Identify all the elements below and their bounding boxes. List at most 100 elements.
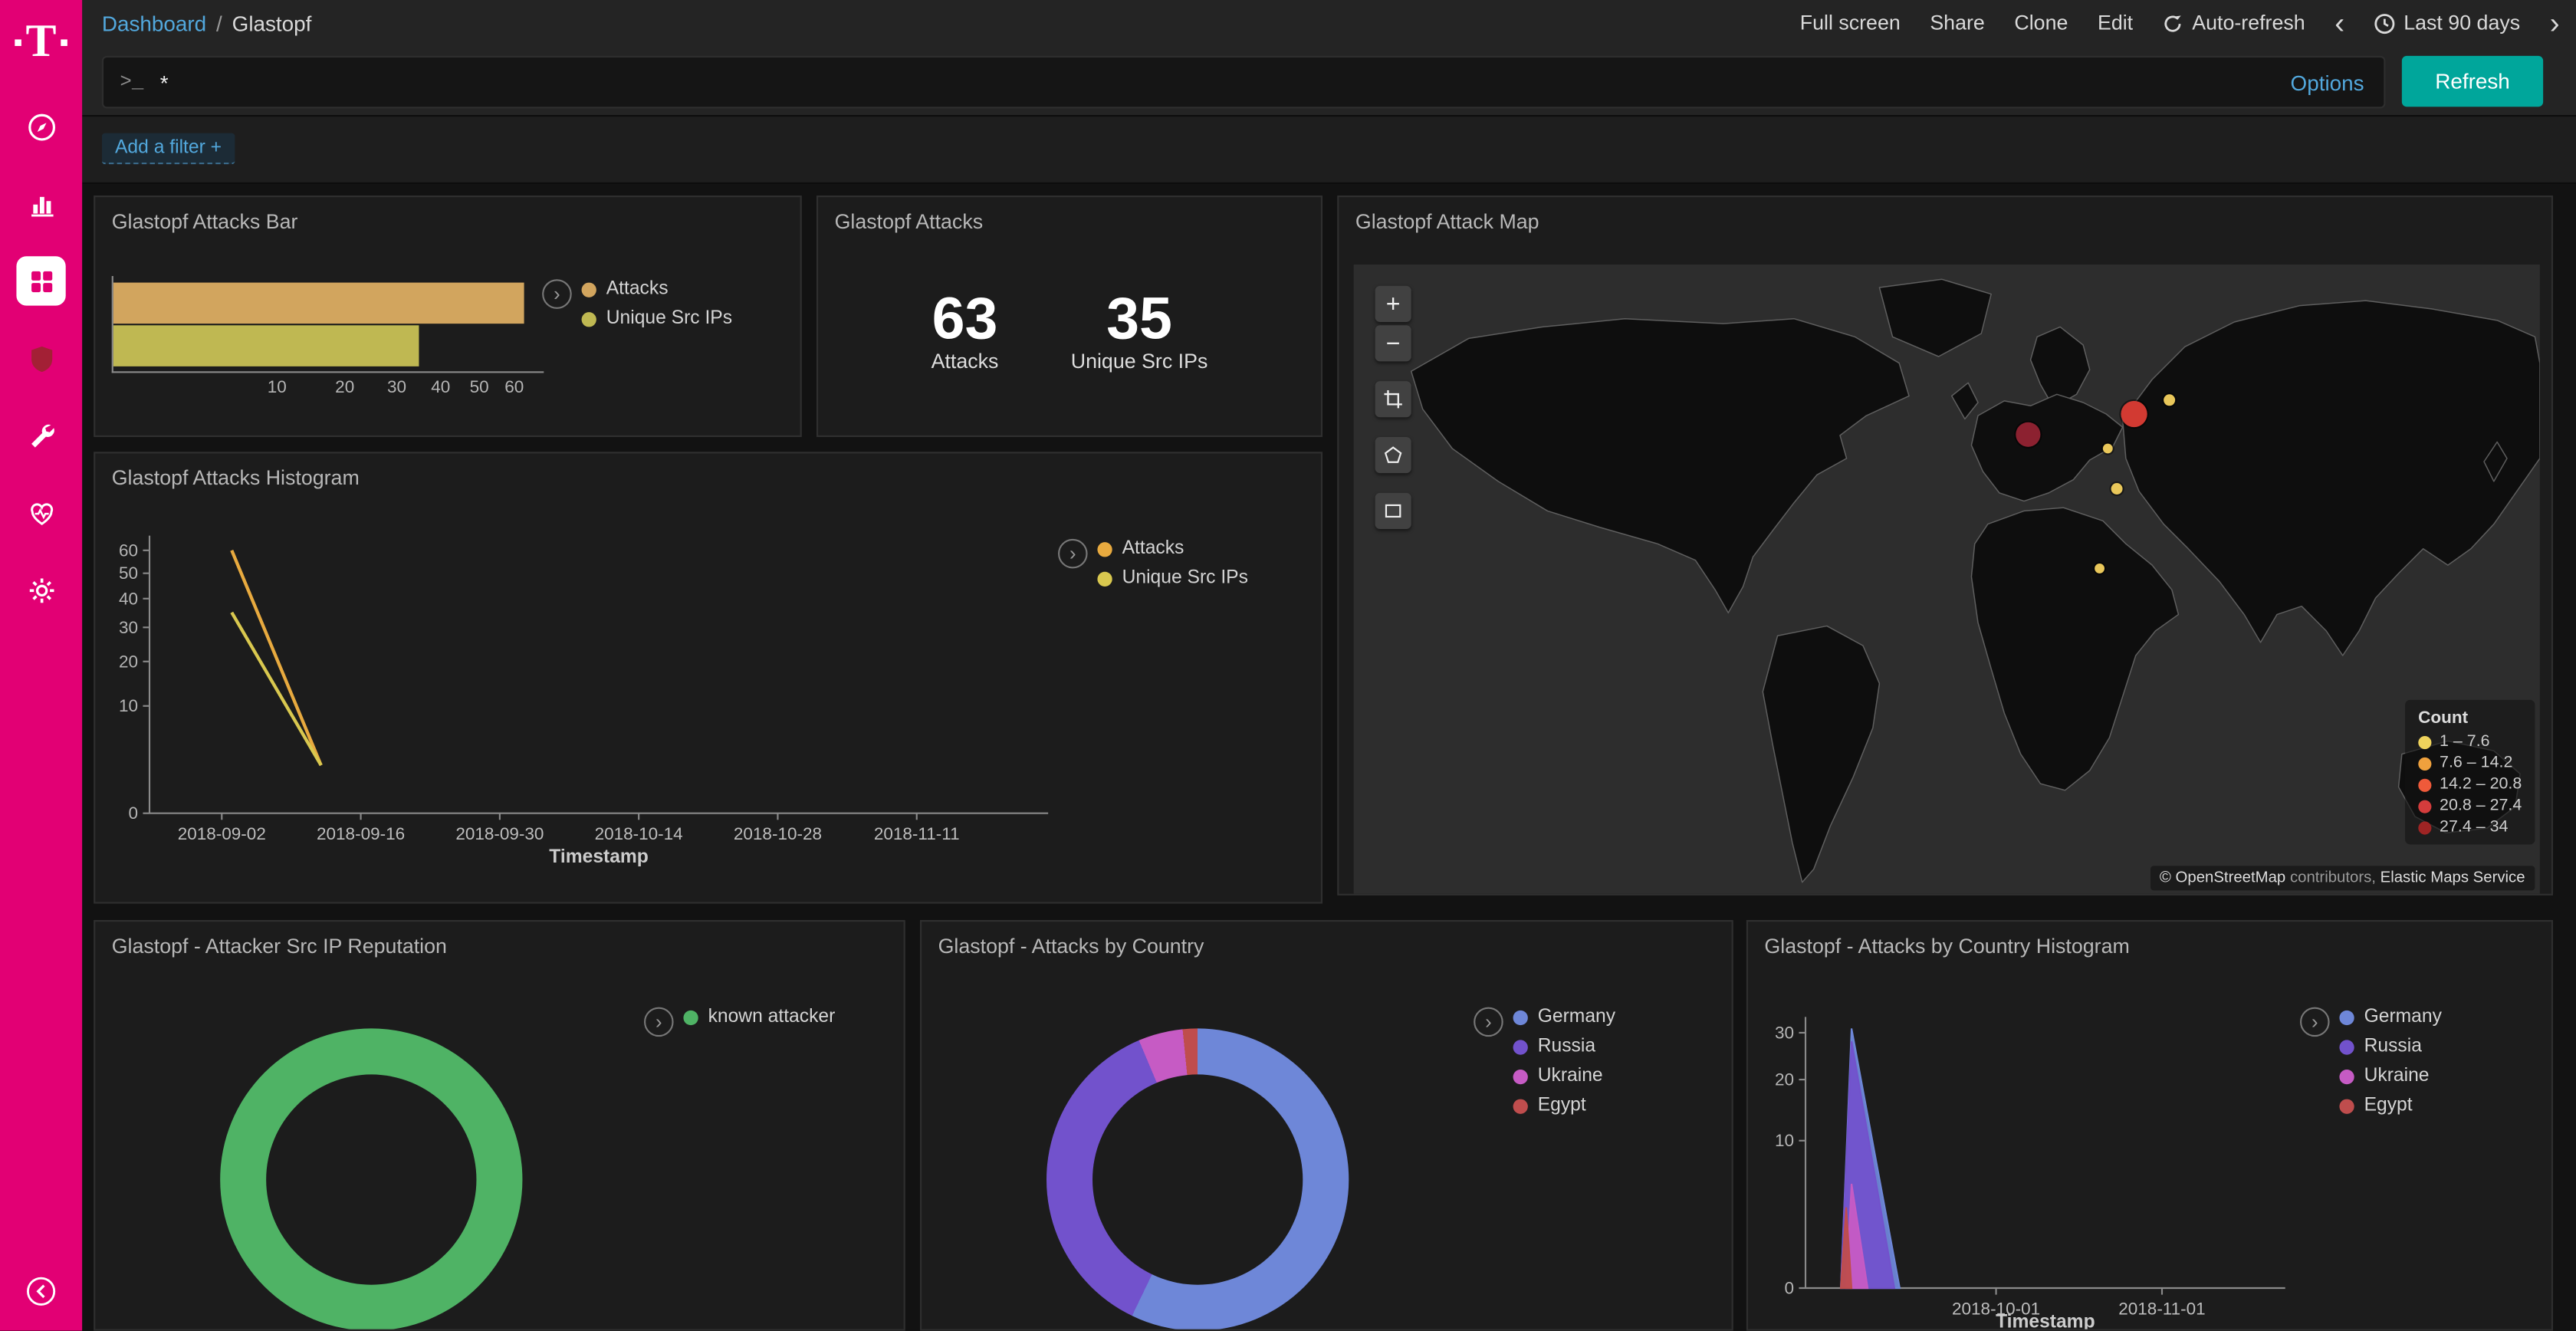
legend-item-known-attacker[interactable]: known attacker [683, 1007, 835, 1027]
legend-item-germany[interactable]: Germany [2339, 1007, 2441, 1027]
zoom-in-button[interactable]: + [1375, 286, 1411, 322]
sidebar-item-management[interactable] [16, 565, 65, 614]
world-attack-map[interactable]: + − Count 1 – 7.67.6 – 14.214.2 – 20.820… [1354, 265, 2540, 894]
horizontal-bar-chart[interactable]: 102030405060 [112, 276, 544, 373]
attack-location-marker[interactable] [2103, 443, 2113, 453]
panel-title: Glastopf - Attacker Src IP Reputation [95, 922, 903, 958]
panel-attacks-by-country: Glastopf - Attacks by Country › Germany Ru… [920, 920, 1733, 1331]
time-forward-button[interactable]: › [2550, 12, 2560, 35]
svg-text:30: 30 [119, 618, 138, 637]
map-legend-title: Count [2418, 708, 2522, 728]
legend-toggle-icon[interactable]: › [644, 1007, 674, 1037]
legend-color-dot [683, 1010, 698, 1024]
collapse-nav-button[interactable] [0, 1275, 82, 1308]
sidebar-item-visualize[interactable] [16, 179, 65, 228]
wrench-icon [25, 420, 57, 452]
map-legend-dot [2418, 820, 2431, 833]
sidebar-item-dev-tools[interactable] [16, 411, 65, 460]
breadcrumb-separator: / [216, 11, 222, 35]
legend-color-dot [2339, 1099, 2354, 1113]
chart-legend: › Germany Russia Ukraine Egypt [1474, 1007, 1615, 1116]
sidebar-item-monitoring[interactable] [16, 488, 65, 537]
legend-toggle-icon[interactable]: › [542, 279, 572, 309]
add-filter-button[interactable]: Add a filter + [102, 133, 235, 165]
legend-item-unique-src-ips[interactable]: Unique Src IPs [1097, 568, 1248, 588]
logo-letter: T [26, 20, 57, 66]
legend-color-dot [1513, 1099, 1528, 1113]
clock-icon [2374, 12, 2396, 34]
zoom-out-button[interactable]: − [1375, 325, 1411, 361]
svg-text:2018-11-11: 2018-11-11 [874, 824, 960, 843]
draw-rectangle-button[interactable] [1375, 493, 1411, 529]
full-screen-button[interactable]: Full screen [1800, 12, 1901, 35]
bar-unique-src-ips[interactable] [113, 325, 419, 366]
legend-item-russia[interactable]: Russia [2339, 1037, 2441, 1057]
polygon-icon [1382, 444, 1405, 467]
legend-color-dot [2339, 1010, 2354, 1024]
search-query-input[interactable]: >_ * Options [102, 56, 2386, 109]
gear-icon [25, 574, 57, 606]
legend-color-dot [1513, 1010, 1528, 1024]
sidebar-item-discover[interactable] [16, 102, 65, 151]
panel-title: Glastopf Attacks Histogram [95, 453, 1321, 489]
legend-toggle-icon[interactable]: › [1474, 1007, 1503, 1037]
svg-text:10: 10 [119, 696, 138, 715]
map-legend-dot [2418, 778, 2431, 791]
legend-item-ukraine[interactable]: Ukraine [2339, 1066, 2441, 1086]
bar-attacks[interactable] [113, 283, 524, 324]
fit-bounds-button[interactable] [1375, 381, 1411, 417]
draw-polygon-button[interactable] [1375, 437, 1411, 473]
auto-refresh-button[interactable]: Auto-refresh [2163, 12, 2305, 35]
attack-location-marker[interactable] [2121, 400, 2147, 426]
map-legend-row: 14.2 – 20.8 [2418, 775, 2522, 794]
sidebar-item-dashboard[interactable] [16, 256, 65, 305]
breadcrumb-dashboard[interactable]: Dashboard [102, 11, 206, 35]
attack-location-marker[interactable] [2111, 483, 2122, 495]
legend-toggle-icon[interactable]: › [2300, 1007, 2330, 1037]
panel-glastopf-attacks-metric: Glastopf Attacks 63 Attacks 35 Unique Sr… [816, 196, 1322, 437]
edit-button[interactable]: Edit [2098, 12, 2133, 35]
svg-text:2018-09-30: 2018-09-30 [455, 824, 544, 843]
refresh-cycle-icon [2163, 12, 2184, 34]
legend-item-egypt[interactable]: Egypt [1513, 1096, 1615, 1116]
svg-text:10: 10 [1775, 1131, 1794, 1150]
clone-button[interactable]: Clone [2014, 12, 2068, 35]
legend-item-attacks[interactable]: Attacks [1097, 539, 1248, 559]
reputation-donut-chart[interactable] [220, 1028, 522, 1330]
dashboard-icon [25, 265, 57, 297]
legend-item-russia[interactable]: Russia [1513, 1037, 1615, 1057]
crop-icon [1382, 388, 1405, 411]
legend-item-unique-src-ips[interactable]: Unique Src IPs [582, 309, 733, 329]
app-nav [16, 102, 65, 615]
sidebar-item-security[interactable] [16, 334, 65, 383]
logo-dot [15, 39, 21, 46]
refresh-button[interactable]: Refresh [2402, 56, 2543, 107]
metric-visualization: 63 Attacks 35 Unique Src IPs [818, 288, 1321, 373]
metric-label: Attacks [932, 350, 999, 373]
country-donut-chart[interactable] [1046, 1028, 1349, 1330]
panel-title: Glastopf - Attacks by Country [922, 922, 1731, 958]
legend-toggle-icon[interactable]: › [1058, 539, 1088, 569]
breadcrumb: Dashboard / Glastopf [102, 11, 312, 35]
legend-item-attacks[interactable]: Attacks [582, 279, 733, 299]
legend-color-dot [1513, 1069, 1528, 1083]
map-legend-row: 20.8 – 27.4 [2418, 797, 2522, 815]
time-back-button[interactable]: ‹ [2334, 12, 2344, 35]
chart-legend: › Attacks Unique Src IPs [542, 279, 732, 328]
svg-text:20: 20 [119, 652, 138, 671]
metric-label: Unique Src IPs [1071, 350, 1208, 373]
legend-item-germany[interactable]: Germany [1513, 1007, 1615, 1027]
share-button[interactable]: Share [1930, 12, 1984, 35]
query-options-button[interactable]: Options [2291, 70, 2364, 94]
svg-text:Timestamp: Timestamp [549, 846, 649, 867]
legend-color-dot [2339, 1069, 2354, 1083]
svg-text:50: 50 [119, 564, 138, 583]
query-text: * [160, 70, 169, 94]
legend-item-ukraine[interactable]: Ukraine [1513, 1066, 1615, 1086]
time-range-button[interactable]: Last 90 days [2374, 12, 2520, 35]
svg-text:2018-10-14: 2018-10-14 [595, 824, 683, 843]
chevron-left-circle-icon [25, 1275, 58, 1308]
legend-item-egypt[interactable]: Egypt [2339, 1096, 2441, 1116]
telekom-logo[interactable]: T [15, 20, 68, 66]
chart-legend: › known attacker [644, 1007, 835, 1037]
